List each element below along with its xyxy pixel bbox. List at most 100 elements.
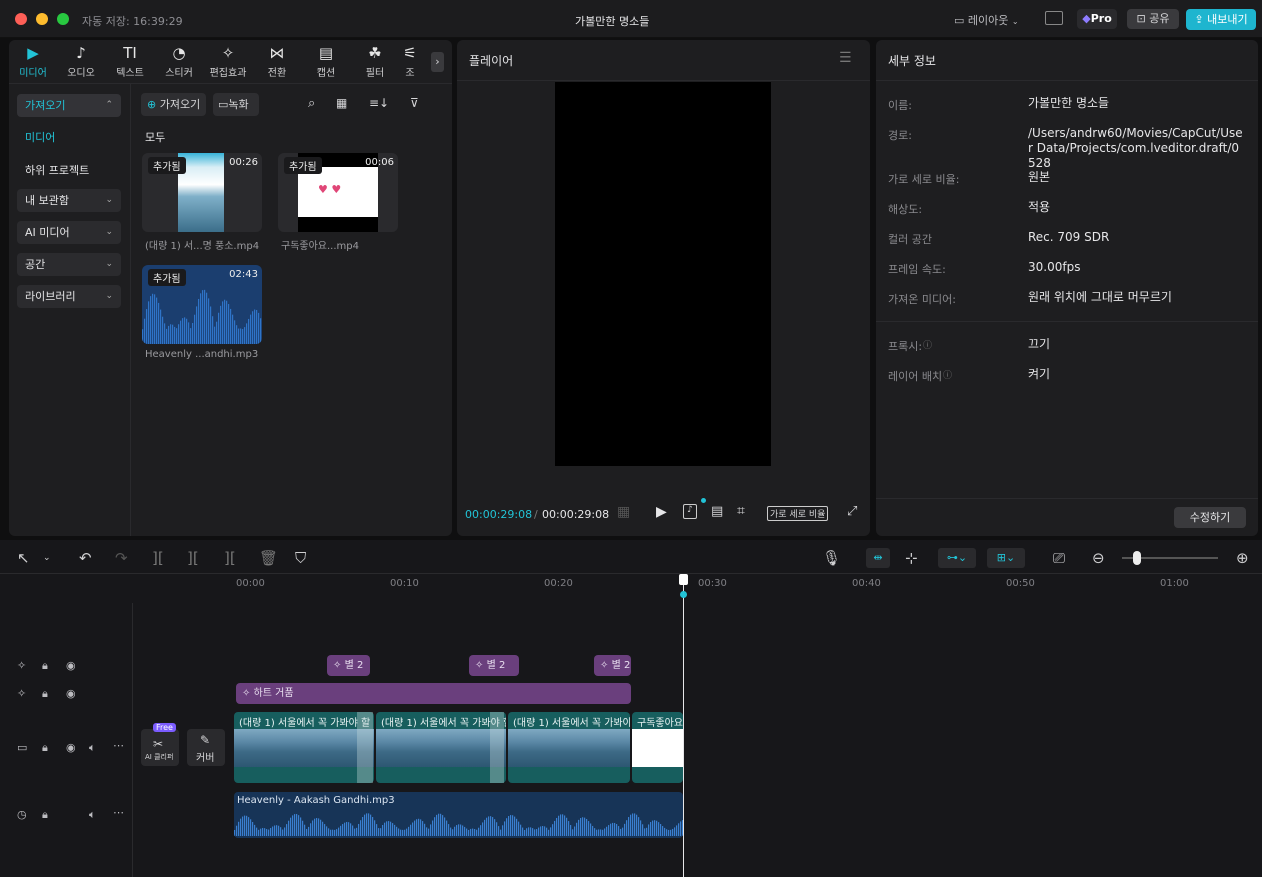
tab-media[interactable]: ▶ 미디어 xyxy=(9,44,57,79)
audio-clip[interactable]: Heavenly - Aakash Gandhi.mp3 xyxy=(234,792,683,838)
eye-icon[interactable]: ◉ xyxy=(66,659,76,672)
keyboard-icon[interactable] xyxy=(1045,11,1063,25)
chevron-down-icon: ⌄ xyxy=(105,195,113,205)
zoom-in-icon[interactable]: ⊕ xyxy=(1236,549,1249,567)
effect-clip[interactable]: ✧ 하트 거품 xyxy=(236,683,631,704)
transition-icon: ⋈ xyxy=(269,44,285,62)
waveform-bar xyxy=(580,817,582,836)
magnet-link-button[interactable]: ⇹ xyxy=(866,548,890,568)
share-button[interactable]: ⊡ 공유 xyxy=(1127,9,1179,29)
export-button[interactable]: ⇪ 내보내기 xyxy=(1186,9,1256,30)
volume-icon[interactable]: 🔈︎ xyxy=(89,741,96,755)
waveform-bar xyxy=(344,822,346,836)
lock-icon[interactable]: 🔒︎ xyxy=(42,808,48,822)
video-clip[interactable]: (대량 1) 서울에서 꼭 가봐야 할 xyxy=(508,712,630,783)
info-icon[interactable]: ⓘ xyxy=(943,368,952,381)
close-window-button[interactable] xyxy=(15,13,27,25)
zoom-slider-handle[interactable] xyxy=(1133,551,1141,565)
chevron-down-icon[interactable]: ⌄ xyxy=(43,553,51,563)
sidebar-item-space[interactable]: 공간 ⌄ xyxy=(17,253,121,276)
sticker-clip[interactable]: ✧ 별 2 xyxy=(327,655,370,676)
cover-button[interactable]: ✎ 커버 xyxy=(187,729,225,766)
playhead-handle[interactable] xyxy=(679,574,688,585)
split-icon[interactable]: ][ xyxy=(152,549,164,567)
tab-text[interactable]: TI 텍스트 xyxy=(106,44,154,79)
fullscreen-zoom-icon[interactable]: ⌗ xyxy=(737,503,745,519)
sidebar-item-ai-media[interactable]: AI 미디어 ⌄ xyxy=(17,221,121,244)
tab-transition[interactable]: ⋈ 전환 xyxy=(253,44,301,79)
tabs-scroll-right-button[interactable]: › xyxy=(431,52,444,72)
waveform-bar xyxy=(422,821,424,836)
redo-icon[interactable]: ↷ xyxy=(115,549,128,567)
detail-value-color-space: Rec. 709 SDR xyxy=(1028,230,1110,244)
media-item-audio[interactable]: 추가됨 02:43 xyxy=(142,265,262,344)
minimize-window-button[interactable] xyxy=(36,13,48,25)
microphone-icon[interactable]: 🎙 xyxy=(822,549,841,567)
trim-right-icon[interactable]: ][ xyxy=(224,549,236,567)
layout-icon: ▭ xyxy=(954,14,965,27)
volume-icon[interactable]: 🔈︎ xyxy=(89,808,96,822)
eye-icon[interactable]: ◉ xyxy=(66,687,76,700)
lock-icon[interactable]: 🔒︎ xyxy=(42,659,48,673)
sticker-clip[interactable]: ✧ 별 2 xyxy=(469,655,519,676)
sidebar-item-import[interactable]: 가져오기 ⌃ xyxy=(17,94,121,117)
shield-icon[interactable]: ⛉ xyxy=(295,549,306,567)
tab-audio[interactable]: ♪ 오디오 xyxy=(57,44,105,79)
more-icon[interactable]: ⋯ xyxy=(113,806,124,819)
info-icon[interactable]: ⓘ xyxy=(923,338,932,351)
record-button[interactable]: ▭녹화 xyxy=(213,93,259,116)
tab-filter[interactable]: ☘ 필터 xyxy=(351,44,399,79)
playhead[interactable] xyxy=(683,576,684,877)
tab-adjust[interactable]: ⚟ 조 xyxy=(398,44,422,79)
filter-funnel-icon[interactable]: ⊽ xyxy=(410,96,419,110)
layout-menu[interactable]: ▭ 레이아웃 ⌄ xyxy=(954,12,1019,28)
lock-icon[interactable]: 🔒︎ xyxy=(42,687,48,701)
modify-button[interactable]: 수정하기 xyxy=(1174,507,1246,528)
tiktok-icon[interactable]: ♪ xyxy=(683,504,697,519)
preview-canvas[interactable] xyxy=(555,82,771,466)
sidebar-item-library[interactable]: 라이브러리 ⌄ xyxy=(17,285,121,308)
video-clip[interactable]: 구독좋아요... xyxy=(632,712,683,783)
expand-icon[interactable]: ⤢ xyxy=(847,504,857,519)
video-clip[interactable]: (대량 1) 서울에서 꼭 가봐야 할 xyxy=(234,712,374,783)
search-icon[interactable]: ⌕ xyxy=(308,96,315,111)
aspect-ratio-button[interactable]: 가로 세로 비율 xyxy=(767,506,829,521)
transition-marker[interactable] xyxy=(357,712,373,783)
main-track-magnet-button[interactable]: ⊶⌄ xyxy=(938,548,976,568)
grid-view-icon[interactable]: ▦ xyxy=(336,96,347,110)
zoom-out-icon[interactable]: ⊖ xyxy=(1092,549,1105,567)
play-icon[interactable]: ▶ xyxy=(656,504,667,520)
video-clip[interactable]: (대량 1) 서울에서 꼭 가봐야 할 xyxy=(376,712,506,783)
undo-icon[interactable]: ↶ xyxy=(79,549,92,567)
added-badge: 추가됨 xyxy=(148,157,186,174)
ai-clipper-button[interactable]: Free ✂ AI 클리퍼 xyxy=(141,723,179,766)
tab-caption[interactable]: ▤ 캡션 xyxy=(302,44,350,79)
transition-marker[interactable] xyxy=(490,712,504,783)
pro-button[interactable]: ◆Pro xyxy=(1077,9,1117,29)
caption-toggle-icon[interactable]: ▤ xyxy=(711,504,723,519)
waveform-bar xyxy=(558,815,560,836)
select-cursor-icon[interactable]: ↖ xyxy=(17,549,30,567)
waveform-bar xyxy=(158,302,160,344)
preview-axis-button[interactable]: ⊞⌄ xyxy=(987,548,1025,568)
sidebar-item-media[interactable]: 미디어 xyxy=(25,129,55,145)
more-icon[interactable]: ⋯ xyxy=(113,739,124,752)
menu-icon[interactable]: ☰ xyxy=(839,50,852,66)
media-item-video-1[interactable]: 추가됨 00:26 xyxy=(142,153,262,232)
trim-left-icon[interactable]: ][ xyxy=(187,549,199,567)
sticker-clip[interactable]: ✧ 별 2 xyxy=(594,655,631,676)
delete-icon[interactable]: 🗑 xyxy=(259,549,278,567)
eye-icon[interactable]: ◉ xyxy=(66,741,76,754)
media-item-video-2[interactable]: ♥ ♥ 추가됨 00:06 xyxy=(278,153,398,232)
caption-edit-icon[interactable]: ⎚ xyxy=(1053,549,1065,567)
sort-icon[interactable]: ≡↓ xyxy=(369,96,389,110)
snap-icon[interactable]: ⊹ xyxy=(905,549,918,567)
lock-icon[interactable]: 🔒︎ xyxy=(42,741,48,755)
zoom-window-button[interactable] xyxy=(57,13,69,25)
tab-sticker[interactable]: ◔ 스티커 xyxy=(155,44,203,79)
sidebar-item-subproject[interactable]: 하위 프로젝트 xyxy=(25,162,89,178)
sidebar-item-my-archive[interactable]: 내 보관함 ⌄ xyxy=(17,189,121,212)
timeline-grid-icon[interactable]: ▦ xyxy=(617,504,630,520)
import-button[interactable]: ⊕ 가져오기 xyxy=(141,93,206,116)
tab-effects[interactable]: ✧ 편집효과 xyxy=(204,44,252,79)
